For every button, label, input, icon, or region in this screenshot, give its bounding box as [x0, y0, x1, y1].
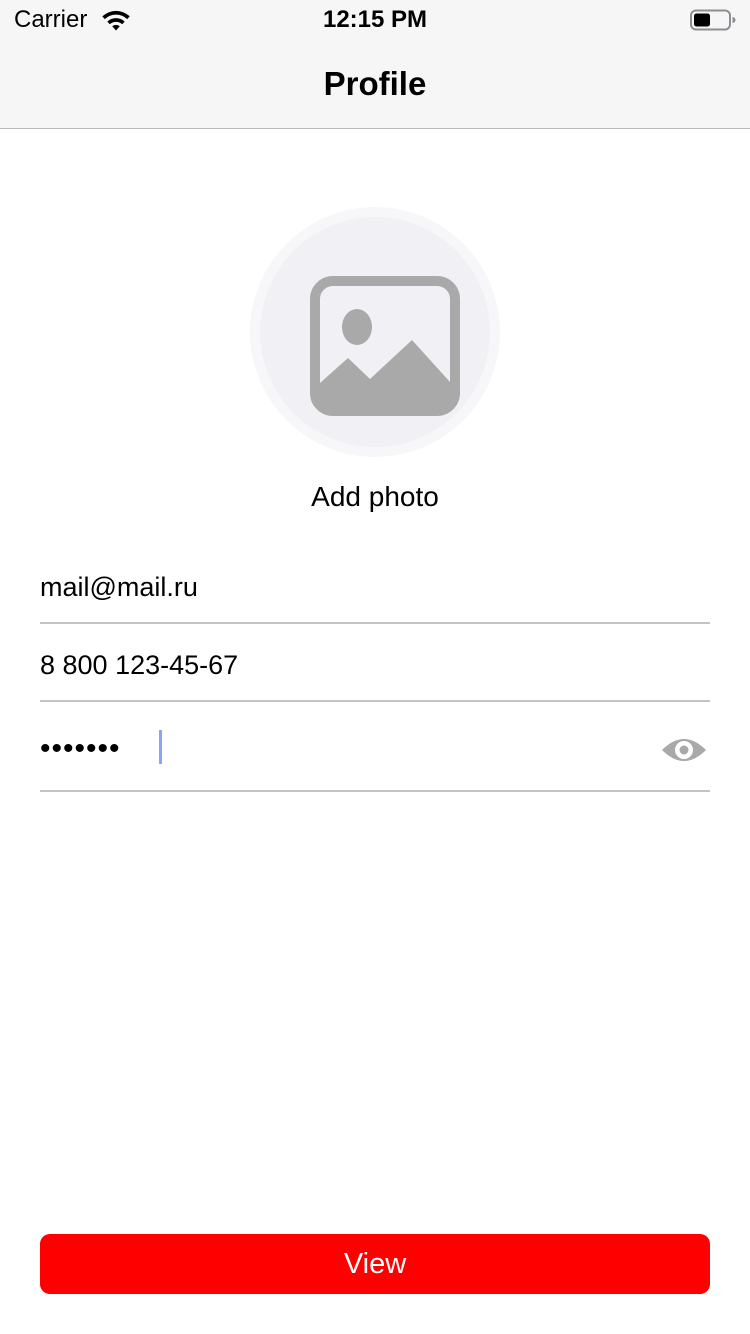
view-button[interactable]: View [40, 1234, 710, 1294]
password-value: ••••••• [40, 732, 121, 765]
email-value: mail@mail.ru [40, 572, 198, 602]
email-field[interactable]: mail@mail.ru [40, 552, 710, 624]
status-bar: Carrier 12:15 PM [0, 0, 750, 40]
battery-icon [690, 9, 736, 31]
add-photo-label[interactable]: Add photo [0, 480, 750, 514]
avatar-photo-picker[interactable] [250, 207, 500, 457]
avatar-background [260, 217, 490, 447]
password-field[interactable]: ••••••• [40, 708, 710, 792]
top-bar: Carrier 12:15 PM Profile [0, 0, 750, 129]
phone-value: 8 800 123-45-67 [40, 650, 239, 680]
phone-field[interactable]: 8 800 123-45-67 [40, 630, 710, 702]
profile-screen: Carrier 12:15 PM Profile Add photo mail@… [0, 0, 750, 1334]
text-cursor [159, 730, 162, 764]
eye-icon[interactable] [660, 732, 708, 768]
status-time: 12:15 PM [322, 6, 428, 33]
image-placeholder-icon [310, 276, 460, 416]
page-title: Profile [323, 65, 427, 102]
